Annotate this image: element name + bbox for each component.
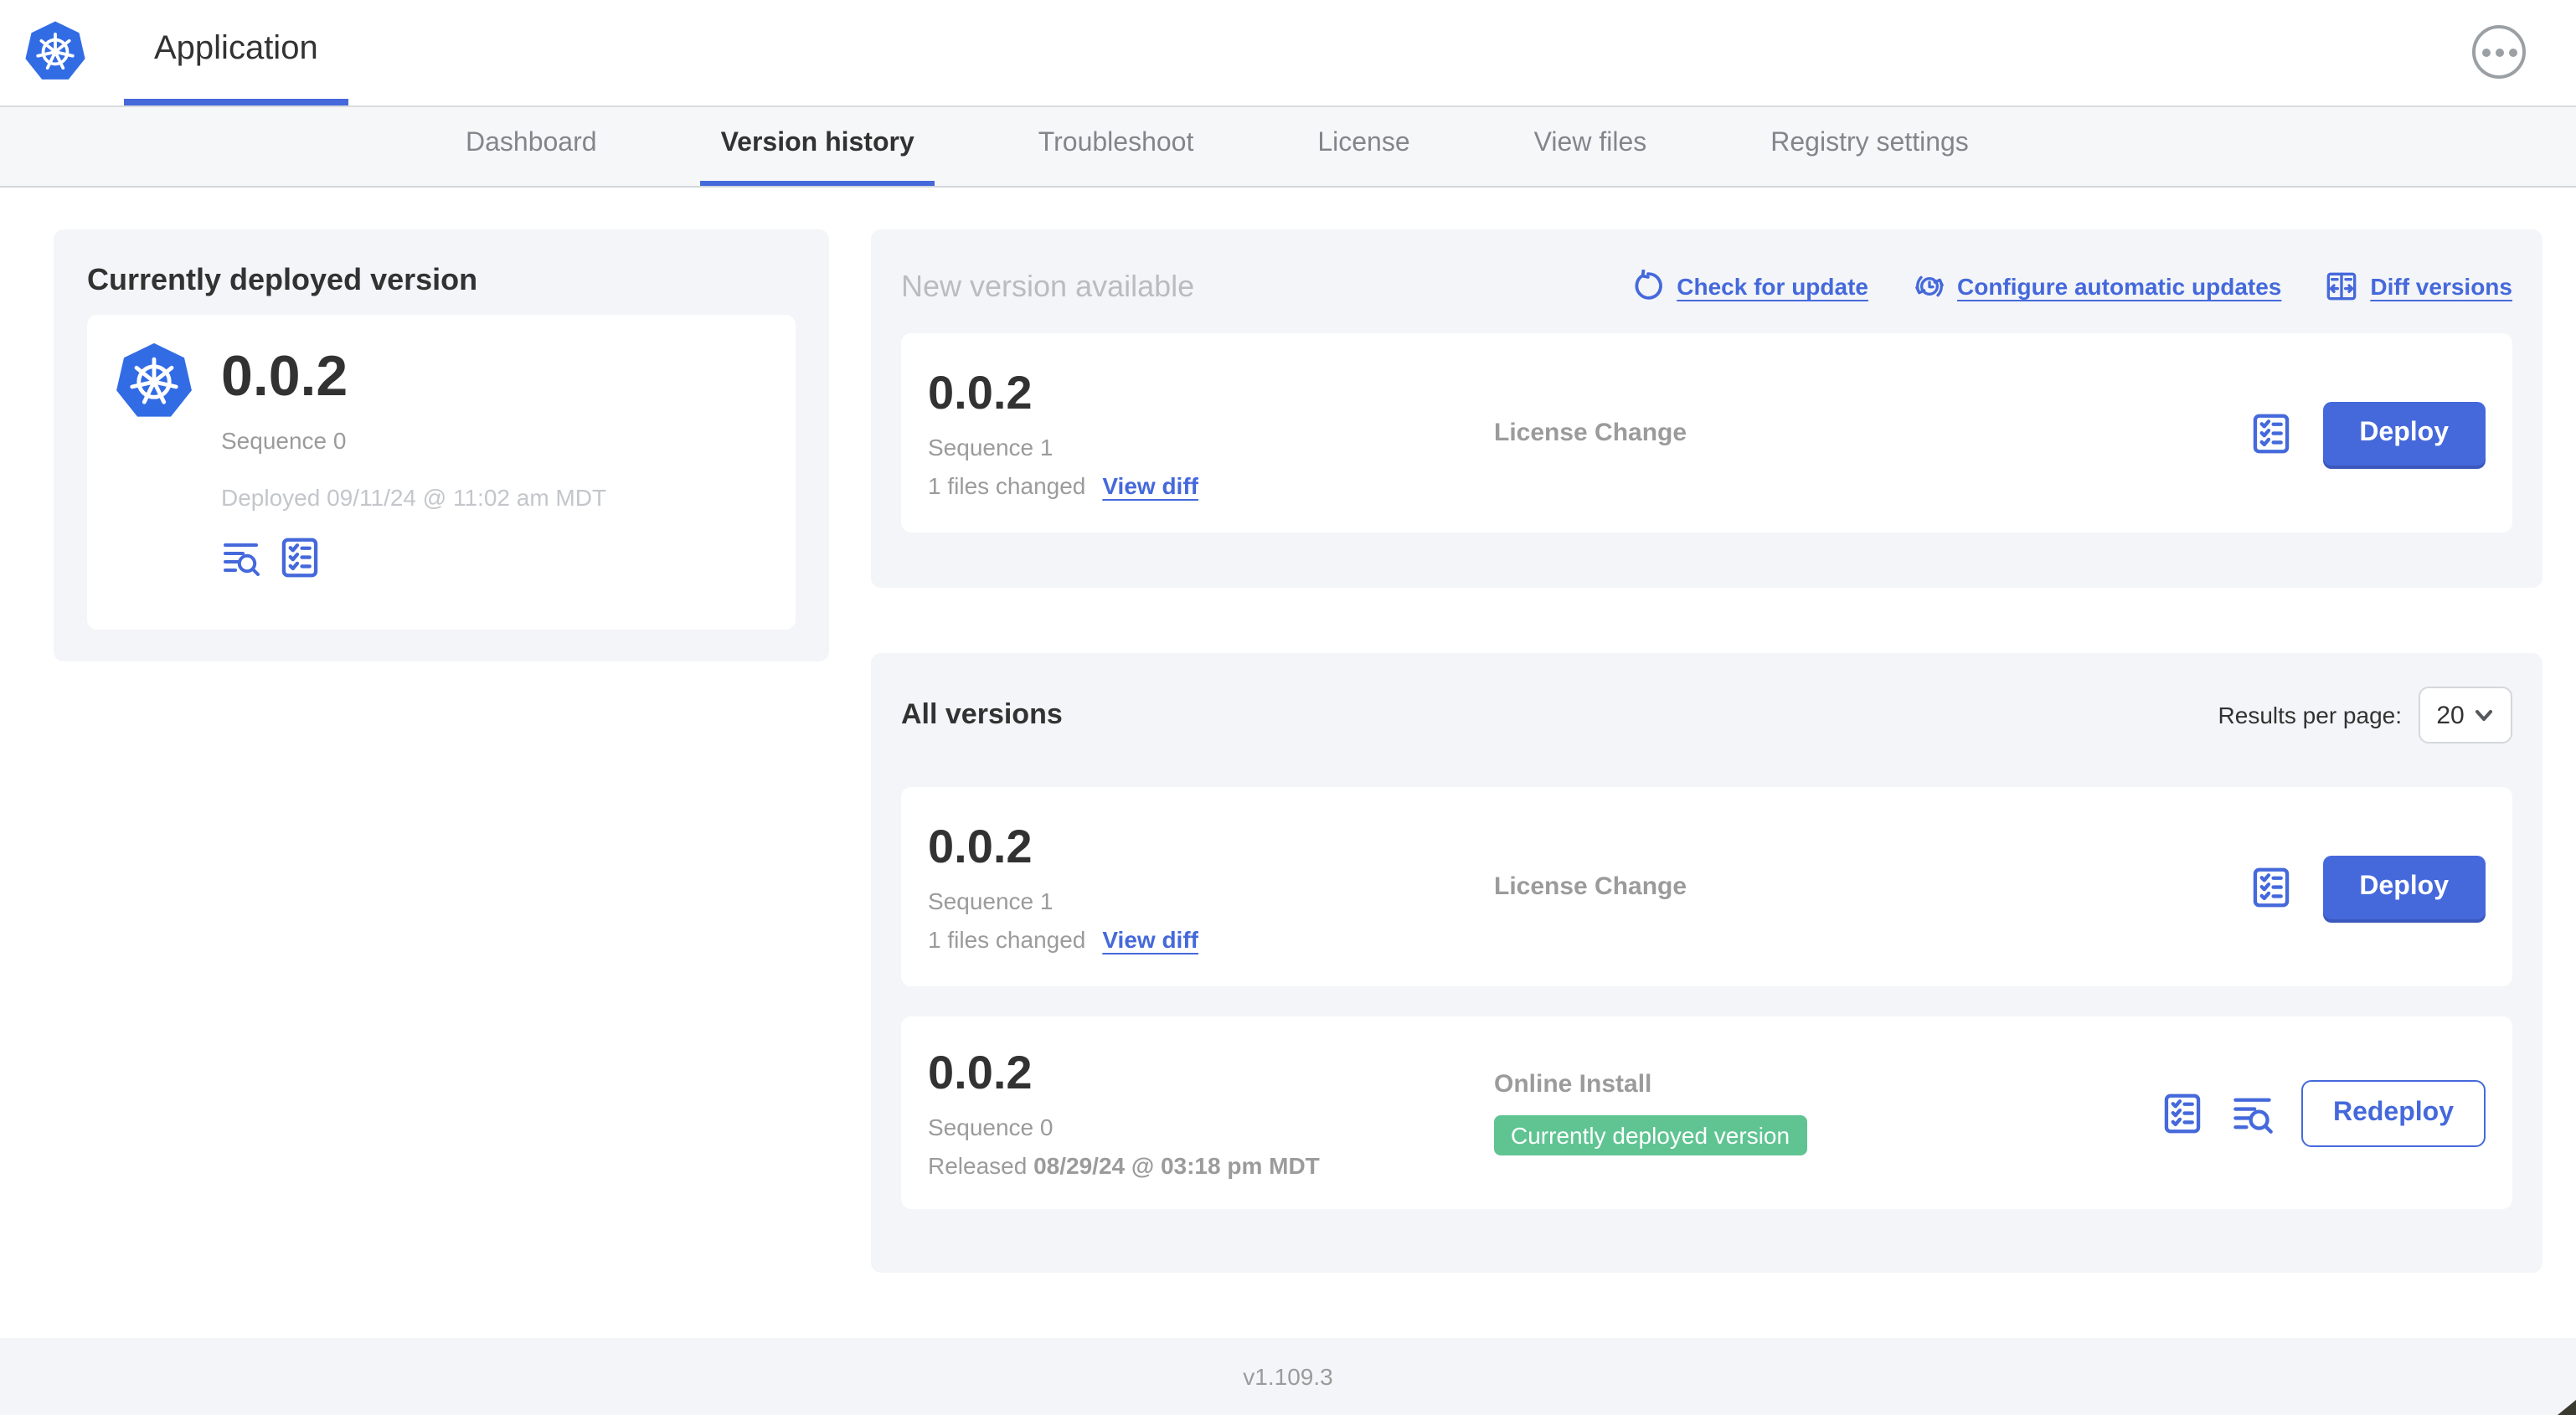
tab-registry-settings[interactable]: Registry settings bbox=[1750, 107, 1989, 186]
new-version-panel: New version available Check for update C… bbox=[871, 229, 2543, 588]
redeploy-button[interactable]: Redeploy bbox=[2300, 1079, 2486, 1146]
results-per-page-label: Results per page: bbox=[2218, 702, 2402, 728]
version-row-sequence-0: 0.0.2 Sequence 0 Released 08/29/24 @ 03:… bbox=[901, 1016, 2512, 1209]
main-content: Currently deployed version 0.0.2 Sequenc… bbox=[0, 188, 2576, 1338]
version-number: 0.0.2 bbox=[928, 821, 1033, 872]
deployed-timestamp: Deployed 09/11/24 @ 11:02 am MDT bbox=[221, 484, 607, 511]
refresh-icon bbox=[1635, 270, 1663, 300]
deploy-button[interactable]: Deploy bbox=[2322, 401, 2486, 465]
version-sequence: Sequence 1 bbox=[928, 434, 1054, 461]
deployed-version-number: 0.0.2 bbox=[221, 345, 348, 409]
view-diff-link[interactable]: View diff bbox=[1102, 926, 1198, 953]
preflight-checks-icon[interactable] bbox=[278, 536, 322, 579]
version-number: 0.0.2 bbox=[928, 367, 1033, 419]
currently-deployed-title: Currently deployed version bbox=[87, 263, 478, 296]
schedule-update-icon bbox=[1914, 275, 1943, 297]
deploy-logs-icon[interactable] bbox=[2231, 1091, 2275, 1135]
preflight-checks-icon[interactable] bbox=[2249, 411, 2292, 455]
kubernetes-logo-icon bbox=[114, 342, 194, 422]
new-version-title: New version available bbox=[901, 269, 1195, 302]
version-source: Online Install bbox=[1494, 1070, 1652, 1099]
app-header: Application bbox=[0, 0, 2576, 105]
currently-deployed-card: 0.0.2 Sequence 0 Deployed 09/11/24 @ 11:… bbox=[87, 315, 796, 630]
ellipsis-dot bbox=[2481, 48, 2490, 56]
deployed-sequence: Sequence 0 bbox=[221, 427, 347, 454]
app-footer: v1.109.3 bbox=[0, 1338, 2576, 1415]
deploy-logs-icon[interactable] bbox=[221, 538, 261, 578]
version-sequence: Sequence 0 bbox=[928, 1114, 1054, 1140]
currently-deployed-panel: Currently deployed version 0.0.2 Sequenc… bbox=[54, 229, 829, 661]
version-source: License Change bbox=[1494, 872, 1687, 901]
diff-versions-icon bbox=[2327, 272, 2357, 301]
app-subnav: Dashboard Version history Troubleshoot L… bbox=[0, 105, 2576, 188]
diff-versions-label: Diff versions bbox=[2370, 273, 2512, 300]
ellipsis-dot bbox=[2495, 48, 2503, 56]
files-changed-label: 1 files changed bbox=[928, 926, 1086, 953]
tab-dashboard[interactable]: Dashboard bbox=[446, 107, 617, 186]
mouse-cursor bbox=[2558, 1400, 2576, 1415]
released-timestamp: Released 08/29/24 @ 03:18 pm MDT bbox=[928, 1152, 1320, 1179]
view-diff-link[interactable]: View diff bbox=[1102, 472, 1198, 499]
preflight-checks-icon[interactable] bbox=[2161, 1091, 2204, 1135]
ellipsis-dot bbox=[2508, 48, 2517, 56]
all-versions-title: All versions bbox=[901, 698, 1063, 730]
results-per-page-select[interactable]: 20 bbox=[2419, 687, 2512, 744]
tab-version-history[interactable]: Version history bbox=[700, 107, 935, 186]
check-for-update-link[interactable]: Check for update bbox=[1631, 270, 1868, 303]
chevron-down-icon bbox=[2476, 710, 2493, 721]
configure-automatic-updates-label: Configure automatic updates bbox=[1957, 273, 2282, 300]
version-number: 0.0.2 bbox=[928, 1047, 1033, 1099]
version-source: License Change bbox=[1494, 419, 1687, 447]
preflight-checks-icon[interactable] bbox=[2249, 865, 2292, 908]
app-tab-application[interactable]: Application bbox=[124, 0, 348, 105]
all-versions-panel: All versions Results per page: 20 0.0.2 … bbox=[871, 653, 2543, 1273]
new-version-row: 0.0.2 Sequence 1 1 files changed View di… bbox=[901, 333, 2512, 533]
files-changed-label: 1 files changed bbox=[928, 472, 1086, 499]
version-row-sequence-1: 0.0.2 Sequence 1 1 files changed View di… bbox=[901, 787, 2512, 986]
app-tab-label: Application bbox=[154, 30, 318, 67]
tab-license[interactable]: License bbox=[1297, 107, 1430, 186]
check-for-update-label: Check for update bbox=[1677, 273, 1868, 300]
configure-automatic-updates-link[interactable]: Configure automatic updates bbox=[1912, 270, 2281, 303]
diff-versions-link[interactable]: Diff versions bbox=[2325, 270, 2512, 303]
ellipsis-menu-button[interactable] bbox=[2472, 25, 2526, 79]
admin-console-page: Application Dashboard Version history Tr… bbox=[0, 0, 2576, 1415]
tab-view-files[interactable]: View files bbox=[1514, 107, 1667, 186]
console-version: v1.109.3 bbox=[1243, 1363, 1333, 1390]
deploy-button[interactable]: Deploy bbox=[2322, 855, 2486, 918]
tab-troubleshoot[interactable]: Troubleshoot bbox=[1018, 107, 1214, 186]
currently-deployed-badge: Currently deployed version bbox=[1494, 1115, 1807, 1155]
kubernetes-logo-icon bbox=[23, 20, 87, 81]
version-sequence: Sequence 1 bbox=[928, 888, 1054, 914]
results-per-page-value: 20 bbox=[2436, 701, 2465, 729]
